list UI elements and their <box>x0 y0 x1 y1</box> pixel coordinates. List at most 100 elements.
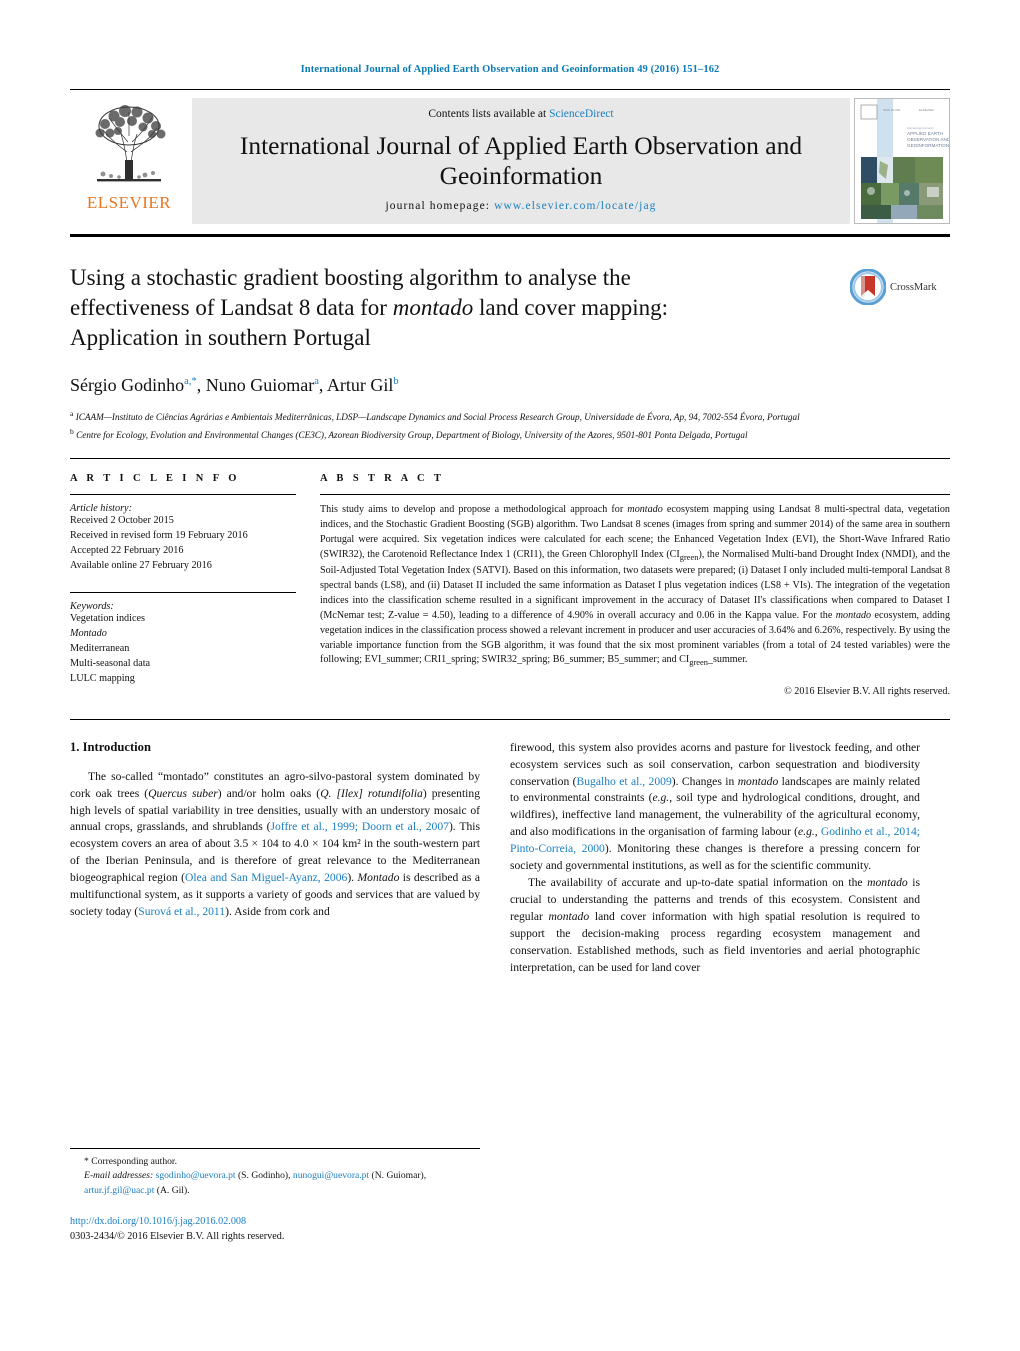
journal-cover-column: ISSN 00-000 ELSEVIER APPLIED EARTH OBSERV… <box>854 98 950 224</box>
abstract-em-montado-1: montado <box>627 504 663 516</box>
affiliation-a: a ICAAM—Instituto de Ciências Agrárias e… <box>70 408 950 424</box>
history-item: Received in revised form 19 February 201… <box>70 530 248 542</box>
lp1-em-ilex: Q. [Ilex] rotundifolia <box>320 786 423 800</box>
svg-text:GEOINFORMATION: GEOINFORMATION <box>907 143 949 148</box>
rp2-em-montado-2: montado <box>548 909 590 923</box>
crossmark-icon <box>850 269 886 305</box>
article-info-column: A R T I C L E I N F O Article history: R… <box>70 473 320 696</box>
keywords-label: Keywords: <box>70 601 114 613</box>
email-addresses-line: E-mail addresses: sgodinho@uevora.pt (S.… <box>84 1169 480 1198</box>
article-history-label: Article history: <box>70 503 132 515</box>
abstract-sub-green-1: green <box>679 552 699 562</box>
title-line-2b: land cover mapping: <box>473 294 669 320</box>
abstract-heading: A B S T R A C T <box>320 473 445 485</box>
title-line-3: Application in southern Portugal <box>70 324 371 350</box>
rp1-b: ). Changes in <box>671 774 738 788</box>
email-owner-3: (A. Gil). <box>154 1184 190 1196</box>
crossmark-label: CrossMark <box>890 282 937 293</box>
svg-text:International Journal of: International Journal of <box>907 126 934 130</box>
citation-link[interactable]: Surová et al., 2011 <box>138 905 225 918</box>
abstract-sub-green-2: green <box>689 658 708 668</box>
citation-link[interactable]: Olea and San Miguel-Ayanz, 2006 <box>185 871 347 884</box>
body-left-column: 1. Introduction The so-called “montado” … <box>70 740 480 977</box>
history-item: Available online 27 February 2016 <box>70 560 212 572</box>
affiliation-b-text: Centre for Ecology, Evolution and Enviro… <box>76 430 748 441</box>
citation-link[interactable]: Bugalho et al., 2009 <box>577 775 672 788</box>
rp1-em-eg-2: e.g. <box>798 825 815 839</box>
body-right-column: firewood, this system also provides acor… <box>510 740 920 977</box>
abstract-seg-1: This study aims to develop and propose a… <box>320 504 628 516</box>
article-page: International Journal of Applied Earth O… <box>0 0 1020 1351</box>
abstract-seg-5: _summer. <box>707 654 748 666</box>
citation-link[interactable]: Joffre et al., 1999; Doorn et al., 2007 <box>270 820 448 833</box>
author-2: , Nuno Guiomar <box>196 374 315 395</box>
email-link-3[interactable]: artur.jf.gil@uac.pt <box>84 1185 154 1196</box>
introduction-heading: 1. Introduction <box>70 739 151 754</box>
page-title: Using a stochastic gradient boosting alg… <box>70 263 770 353</box>
affiliation-b: b Centre for Ecology, Evolution and Envi… <box>70 426 950 442</box>
title-line-2a: effectiveness of Landsat 8 data for <box>70 294 393 320</box>
keyword-item: LULC mapping <box>70 672 135 684</box>
affiliation-b-marker: b <box>70 427 74 437</box>
issn-copyright: 0303-2434/© 2016 Elsevier B.V. All right… <box>70 1231 285 1243</box>
history-item: Received 2 October 2015 <box>70 515 174 527</box>
author-list: Sérgio Godinhoa,*, Nuno Guiomara, Artur … <box>70 375 950 396</box>
keywords-block: Keywords: Vegetation indices Montado Med… <box>70 592 296 686</box>
email-link-2[interactable]: nunogui@uevora.pt <box>293 1170 369 1181</box>
lp1-em-montado: Montado <box>357 871 400 885</box>
corresponding-author-note: * Corresponding author. <box>84 1156 177 1167</box>
running-head: International Journal of Applied Earth O… <box>300 64 720 75</box>
elsevier-tree-icon <box>95 105 166 182</box>
keyword-item: Vegetation indices <box>70 613 145 625</box>
homepage-url[interactable]: www.elsevier.com/locate/jag <box>494 200 656 212</box>
svg-text:APPLIED EARTH: APPLIED EARTH <box>907 131 943 136</box>
intro-paragraph-right-1: firewood, this system also provides acor… <box>510 740 920 875</box>
intro-paragraph-left: The so-called “montado” constitutes an a… <box>70 769 480 921</box>
title-block: Using a stochastic gradient boosting alg… <box>70 263 950 442</box>
abstract-column: A B S T R A C T This study aims to devel… <box>320 473 950 697</box>
crossmark-row: CrossMark <box>850 269 950 305</box>
contents-prefix: Contents lists available at <box>428 108 550 120</box>
intro-paragraph-right-2: The availability of accurate and up-to-d… <box>510 875 920 977</box>
rp2-em-montado-1: montado <box>867 876 908 890</box>
svg-text:ISSN 00-000: ISSN 00-000 <box>883 108 901 112</box>
abstract-em-montado-2: montado <box>835 609 872 621</box>
author-3-sup: b <box>393 375 399 387</box>
doi-link[interactable]: http://dx.doi.org/10.1016/j.jag.2016.02.… <box>70 1214 480 1229</box>
cover-artwork: ISSN 00-000 ELSEVIER APPLIED EARTH OBSERV… <box>855 99 949 223</box>
author-3: , Artur Gil <box>318 374 394 395</box>
sciencedirect-link[interactable]: ScienceDirect <box>549 108 614 120</box>
lp1-em-quercus: Quercus suber <box>148 786 218 800</box>
abstract-copyright: © 2016 Elsevier B.V. All rights reserved… <box>784 685 950 697</box>
journal-masthead: ELSEVIER Contents lists available at Sci… <box>70 89 950 224</box>
journal-header-box: Contents lists available at ScienceDirec… <box>192 98 850 224</box>
title-montado-em: montado <box>392 294 474 320</box>
title-line-1: Using a stochastic gradient boosting alg… <box>70 265 631 290</box>
email-owner-2: (N. Guiomar), <box>369 1170 427 1182</box>
abstract-rule <box>320 494 950 496</box>
rp1-em-montado: montado <box>737 774 779 788</box>
author-1-sup[interactable]: a,* <box>184 376 197 387</box>
journal-homepage-line: journal homepage: www.elsevier.com/locat… <box>202 200 840 212</box>
footnote-block: * Corresponding author. E-mail addresses… <box>70 1148 480 1245</box>
body-columns: 1. Introduction The so-called “montado” … <box>70 718 950 977</box>
lp1-g: ). Aside from cork and <box>225 905 330 919</box>
rp2-a: The availability of accurate and up-to-d… <box>528 876 868 890</box>
journal-title: International Journal of Applied Earth O… <box>239 131 803 190</box>
lp1-e: ). <box>347 871 358 885</box>
homepage-label: journal homepage: <box>385 200 495 212</box>
email-link-1[interactable]: sgodinho@uevora.pt <box>156 1170 236 1181</box>
abstract-text: This study aims to develop and propose a… <box>320 503 950 669</box>
author-1: Sérgio Godinho <box>70 374 185 395</box>
contents-list-line: Contents lists available at ScienceDirec… <box>202 108 840 120</box>
rp1-em-eg-1: e.g. <box>652 791 670 805</box>
crossmark-badge[interactable]: CrossMark <box>850 269 950 305</box>
keyword-item: Multi-seasonal data <box>70 657 151 669</box>
elsevier-logo: ELSEVIER <box>70 98 188 224</box>
email-owner-1: (S. Godinho), <box>235 1170 293 1182</box>
affiliation-a-marker: a <box>70 408 74 418</box>
keyword-item: Montado <box>70 627 107 639</box>
elsevier-wordmark: ELSEVIER <box>86 193 172 212</box>
email-label: E-mail addresses: <box>84 1170 154 1182</box>
history-item: Accepted 22 February 2016 <box>70 545 184 557</box>
